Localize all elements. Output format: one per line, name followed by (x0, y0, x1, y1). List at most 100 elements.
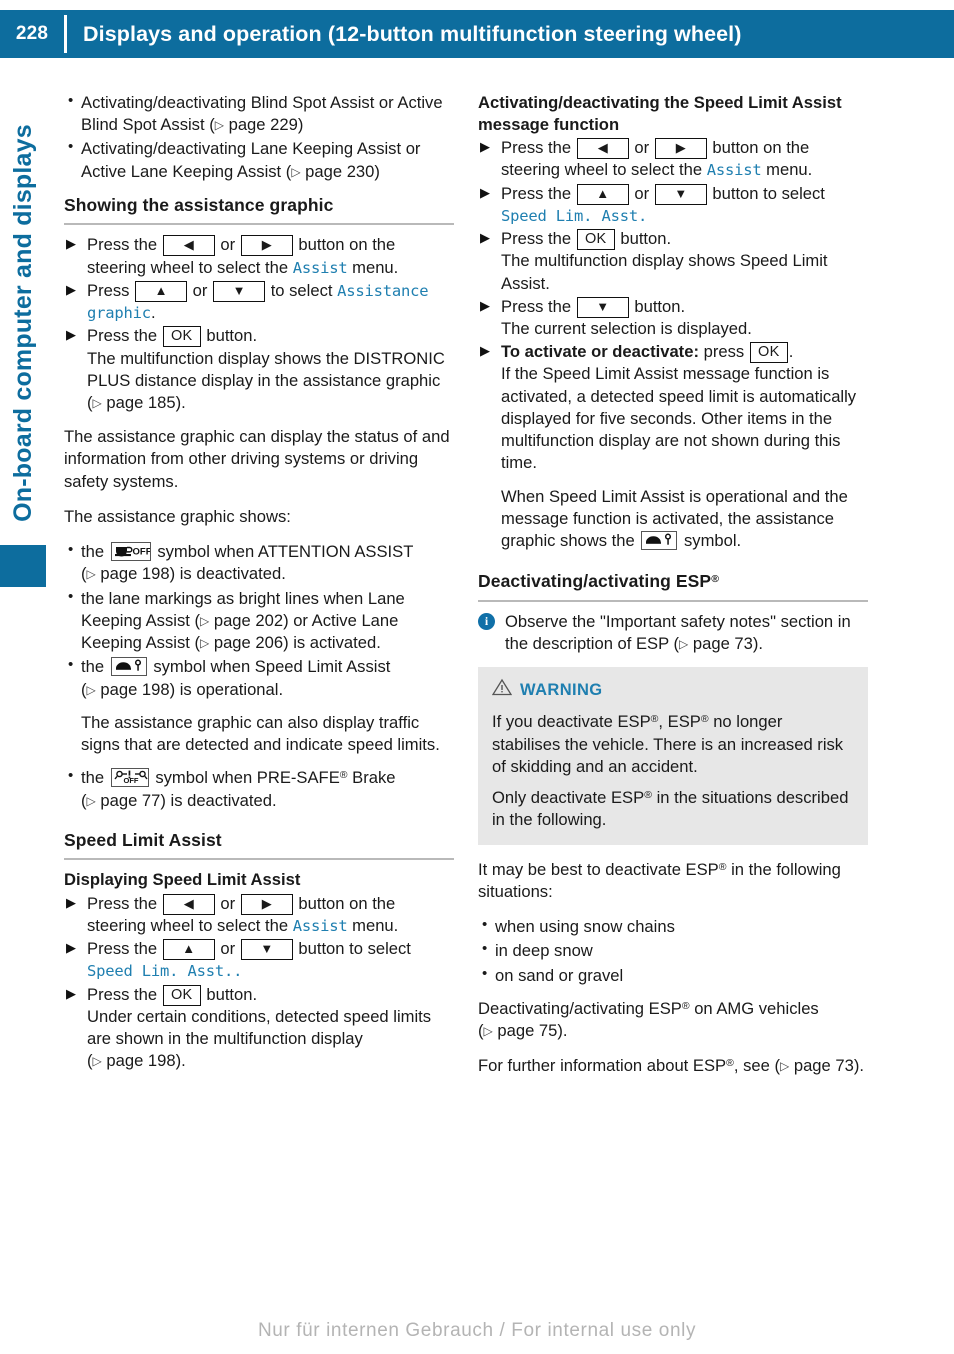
cross-reference-label: page 230 (305, 161, 375, 181)
bullet-text-end: ) (297, 115, 304, 135)
list-item: Press the ◀ or ▶ button on the steering … (478, 137, 868, 181)
triangle-icon: ▷ (483, 1024, 493, 1039)
list-item: Press the ◀ or ▶ button on the steering … (64, 234, 454, 278)
right-arrow-key[interactable]: ▶ (240, 893, 293, 915)
left-arrow-key[interactable]: ◀ (162, 235, 215, 257)
paragraph-best-deactivate: It may be best to deactivate ESP® in the… (478, 859, 868, 903)
cross-reference[interactable]: ▷ page 229 (215, 115, 298, 134)
cross-reference-label: page 185 (106, 393, 176, 413)
cross-reference[interactable]: ▷ page 202 (200, 611, 283, 630)
cross-reference[interactable]: ▷ page 73 (679, 634, 753, 653)
step-text: or (192, 280, 208, 300)
list-item: Press the ▲ or ▼ button to select Speed … (478, 183, 868, 227)
step-result-text-end: ). (175, 1051, 186, 1071)
list-item: Activating/deactivating Lane Keeping Ass… (64, 137, 454, 182)
svg-text:OFF: OFF (123, 776, 138, 784)
section-speed-limit-assist-header: Speed Limit Assist (64, 829, 454, 861)
list-item: Press the ▲ or ▼ button to select Speed … (64, 938, 454, 982)
ok-key[interactable]: OK (576, 229, 615, 251)
cross-reference-label: page 73 (793, 1056, 854, 1076)
down-arrow-key[interactable]: ▼ (654, 183, 707, 205)
section-esp-header: Deactivating/activating ESP® (478, 570, 868, 602)
step-text: Press the (501, 138, 572, 158)
cross-reference[interactable]: ▷ page 198 (93, 1051, 176, 1070)
subsection-heading: Displaying Speed Limit Assist (64, 870, 301, 890)
step-text: Press the (501, 183, 572, 203)
step-result: Under certain conditions, detected speed… (87, 1006, 454, 1073)
up-arrow-key[interactable]: ▲ (576, 183, 629, 205)
step-result-2: When Speed Limit Assist is operational a… (501, 486, 868, 553)
down-arrow-key[interactable]: ▼ (576, 296, 629, 318)
step-text: or (634, 183, 650, 203)
section-heading-text: Deactivating/activating ESP (478, 571, 712, 592)
registered-mark: ® (718, 860, 727, 873)
step-text: Press the (87, 235, 158, 255)
step-text: or (220, 893, 236, 913)
footer-watermark: Nur für internen Gebrauch / For internal… (257, 1320, 697, 1341)
step-text: . (788, 342, 794, 362)
cross-reference[interactable]: ▷ page 230 (291, 162, 374, 181)
cross-reference[interactable]: ▷ page 77 (87, 791, 161, 810)
up-arrow-key[interactable]: ▲ (162, 939, 215, 961)
bullet-text: symbol when PRE-SAFE (155, 768, 340, 788)
down-arrow-key[interactable]: ▼ (213, 280, 266, 302)
chapter-side-tab: On-board computer and displays (0, 58, 46, 587)
triangle-icon: ▷ (92, 396, 102, 411)
step-text: Press the (501, 296, 572, 316)
ok-key[interactable]: OK (162, 984, 201, 1006)
page-header: 228 Displays and operation (12-button mu… (0, 10, 954, 58)
cross-reference[interactable]: ▷ page 73 (780, 1056, 854, 1075)
ok-key[interactable]: OK (162, 326, 201, 348)
cross-reference[interactable]: ▷ page 185 (93, 393, 176, 412)
step-text: . (233, 962, 243, 981)
step-text: button to select (712, 183, 825, 203)
registered-mark: ® (339, 769, 348, 782)
page-title: Displays and operation (12-button multif… (83, 21, 742, 46)
cross-reference[interactable]: ▷ page 198 (87, 680, 170, 699)
cross-reference-label: page 229 (228, 115, 298, 135)
triangle-icon: ▷ (199, 613, 210, 628)
list-item: Activating/deactivating Blind Spot Assis… (64, 91, 454, 136)
step-text: or (220, 939, 236, 959)
list-item: when using snow chains (478, 915, 868, 938)
cross-reference-label: page 202 (213, 610, 284, 630)
bullet-text: the (81, 542, 105, 562)
step-text: Press the (501, 229, 572, 249)
up-arrow-key[interactable]: ▲ (135, 280, 188, 302)
cross-reference[interactable]: ▷ page 206 (200, 633, 283, 652)
step-text: Press (87, 280, 130, 300)
chapter-side-tab-label: On-board computer and displays (8, 124, 37, 522)
step-text: button. (206, 984, 258, 1004)
step-text: button to select (298, 939, 411, 959)
bullet-text-end: ) (374, 161, 380, 181)
step-text: to select (270, 280, 333, 300)
triangle-icon: ▷ (779, 1059, 790, 1074)
subsection-heading: Activating/deactivating the Speed Limit … (478, 93, 842, 134)
list-item: on sand or gravel (478, 964, 868, 987)
right-arrow-key[interactable]: ▶ (654, 138, 707, 160)
cross-reference-label: page 73 (692, 634, 753, 654)
info-note: i Observe the "Important safety notes" s… (478, 611, 868, 655)
warning-box: WARNING If you deactivate ESP®, ESP® no … (478, 667, 868, 845)
bullet-text-end: ) is deactivated. (160, 790, 277, 810)
down-arrow-key[interactable]: ▼ (240, 939, 293, 961)
step-text: Press the (87, 326, 158, 346)
ok-key[interactable]: OK (749, 342, 788, 364)
step-result-text-end: ). (175, 393, 186, 413)
step-emphasis: To activate or deactivate: (501, 342, 699, 362)
bullet-text: the (81, 657, 105, 677)
left-arrow-key[interactable]: ◀ (576, 138, 629, 160)
cross-reference[interactable]: ▷ page 198 (87, 564, 170, 583)
displaying-sla-steps: Press the ◀ or ▶ button on the steering … (64, 893, 454, 1073)
pre-safe-brake-off-symbol: OFF (110, 768, 149, 788)
cross-reference-label: page 75 (497, 1021, 558, 1041)
left-arrow-key[interactable]: ◀ (162, 893, 215, 915)
paragraph-text-end: ). (853, 1056, 864, 1076)
cross-reference[interactable]: ▷ page 75 (484, 1021, 558, 1040)
triangle-icon: ▷ (86, 567, 96, 582)
section-heading: Deactivating/activating ESP® (478, 570, 868, 602)
left-column: Activating/deactivating Blind Spot Assis… (64, 91, 454, 1074)
right-arrow-key[interactable]: ▶ (240, 235, 293, 257)
section-heading: Speed Limit Assist (64, 829, 454, 861)
registered-mark: ® (700, 713, 709, 726)
